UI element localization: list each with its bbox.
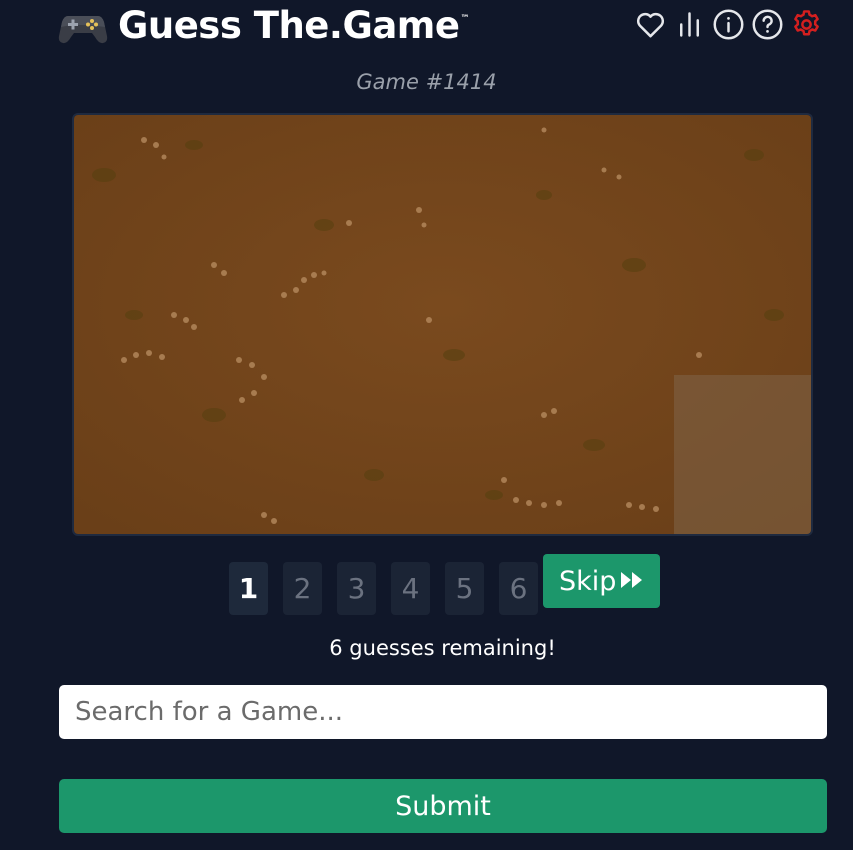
game-screenshot	[72, 113, 813, 536]
guess-tab-1[interactable]: 1	[229, 562, 268, 615]
trademark-mark: ™	[460, 14, 470, 24]
header: Guess The.Game ™	[0, 0, 853, 52]
guesses-remaining: 6 guesses remaining!	[329, 636, 556, 660]
guess-tab-5[interactable]: 5	[445, 562, 484, 615]
submit-button[interactable]: Submit	[59, 779, 827, 833]
guess-tab-3[interactable]: 3	[337, 562, 376, 615]
search-input[interactable]	[59, 685, 827, 739]
game-number: Game #1414	[356, 70, 497, 94]
header-icons	[634, 8, 823, 41]
app-title: Guess The.Game	[118, 4, 460, 47]
fast-forward-icon	[620, 566, 644, 597]
page: Guess The.Game ™ Game #1414 1 2 3 4 5 6 …	[0, 0, 853, 850]
logo[interactable]: Guess The.Game ™	[58, 4, 469, 48]
controller-icon	[58, 6, 108, 46]
stats-icon[interactable]	[673, 8, 706, 41]
guess-tab-4[interactable]: 4	[391, 562, 430, 615]
skip-button-label: Skip	[559, 565, 617, 597]
guess-tabs: 1 2 3 4 5 6 Skip	[229, 554, 661, 615]
heart-icon[interactable]	[634, 8, 667, 41]
help-icon[interactable]	[751, 8, 784, 41]
info-icon[interactable]	[712, 8, 745, 41]
guess-tab-6[interactable]: 6	[499, 562, 538, 615]
settings-icon[interactable]	[790, 8, 823, 41]
guess-tab-2[interactable]: 2	[283, 562, 322, 615]
skip-button[interactable]: Skip	[543, 554, 661, 608]
